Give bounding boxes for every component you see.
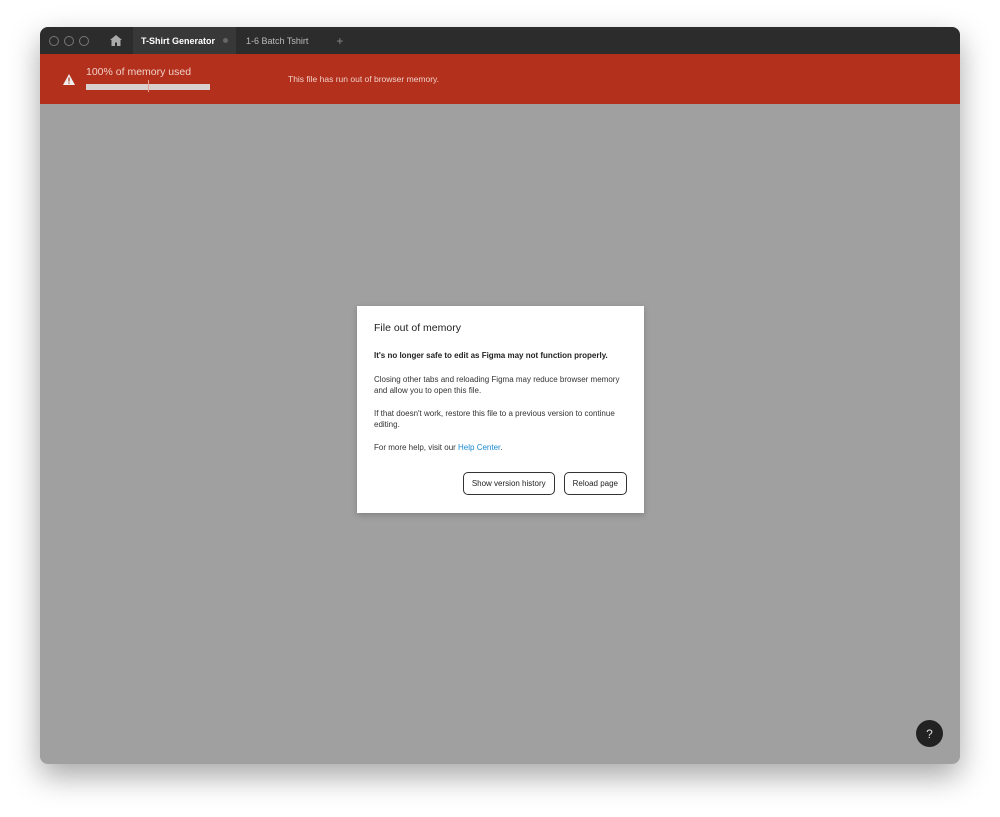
minimize-window-button[interactable] xyxy=(64,35,74,46)
tab-batch-tshirt[interactable]: 1-6 Batch Tshirt xyxy=(236,27,318,54)
help-suffix: . xyxy=(500,442,503,452)
close-window-button[interactable] xyxy=(49,35,59,46)
memory-threshold-marker xyxy=(148,80,149,92)
tab-t-shirt-generator[interactable]: T-Shirt Generator xyxy=(133,27,237,54)
home-icon[interactable] xyxy=(109,34,123,48)
tab-close-icon[interactable] xyxy=(223,38,229,43)
maximize-window-button[interactable] xyxy=(79,35,89,46)
dialog-paragraph: Closing other tabs and reloading Figma m… xyxy=(374,374,620,396)
show-version-history-button[interactable]: Show version history xyxy=(462,472,555,495)
dialog-title: File out of memory xyxy=(374,322,461,334)
warning-icon xyxy=(63,72,75,90)
memory-usage-label: 100% of memory used xyxy=(86,66,192,78)
help-prefix: For more help, visit our xyxy=(374,442,459,452)
window-controls xyxy=(49,35,89,46)
new-tab-button[interactable]: + xyxy=(336,34,343,48)
out-of-memory-dialog: File out of memory It's no longer safe t… xyxy=(357,306,644,513)
tab-label: 1-6 Batch Tshirt xyxy=(246,35,309,46)
tab-label: T-Shirt Generator xyxy=(141,35,216,46)
dialog-help-text: For more help, visit our Help Center. xyxy=(374,442,627,454)
banner-message: This file has run out of browser memory. xyxy=(288,74,440,84)
dialog-warning: It's no longer safe to edit as Figma may… xyxy=(374,351,608,360)
help-button[interactable]: ? xyxy=(916,720,943,747)
tab-bar: T-Shirt Generator 1-6 Batch Tshirt + xyxy=(40,27,960,54)
dialog-paragraph: If that doesn't work, restore this file … xyxy=(374,408,615,430)
reload-page-button[interactable]: Reload page xyxy=(563,472,627,495)
help-center-link[interactable]: Help Center xyxy=(458,443,500,452)
memory-banner: 100% of memory used This file has run ou… xyxy=(40,54,960,104)
app-window: T-Shirt Generator 1-6 Batch Tshirt + 100… xyxy=(40,27,960,764)
